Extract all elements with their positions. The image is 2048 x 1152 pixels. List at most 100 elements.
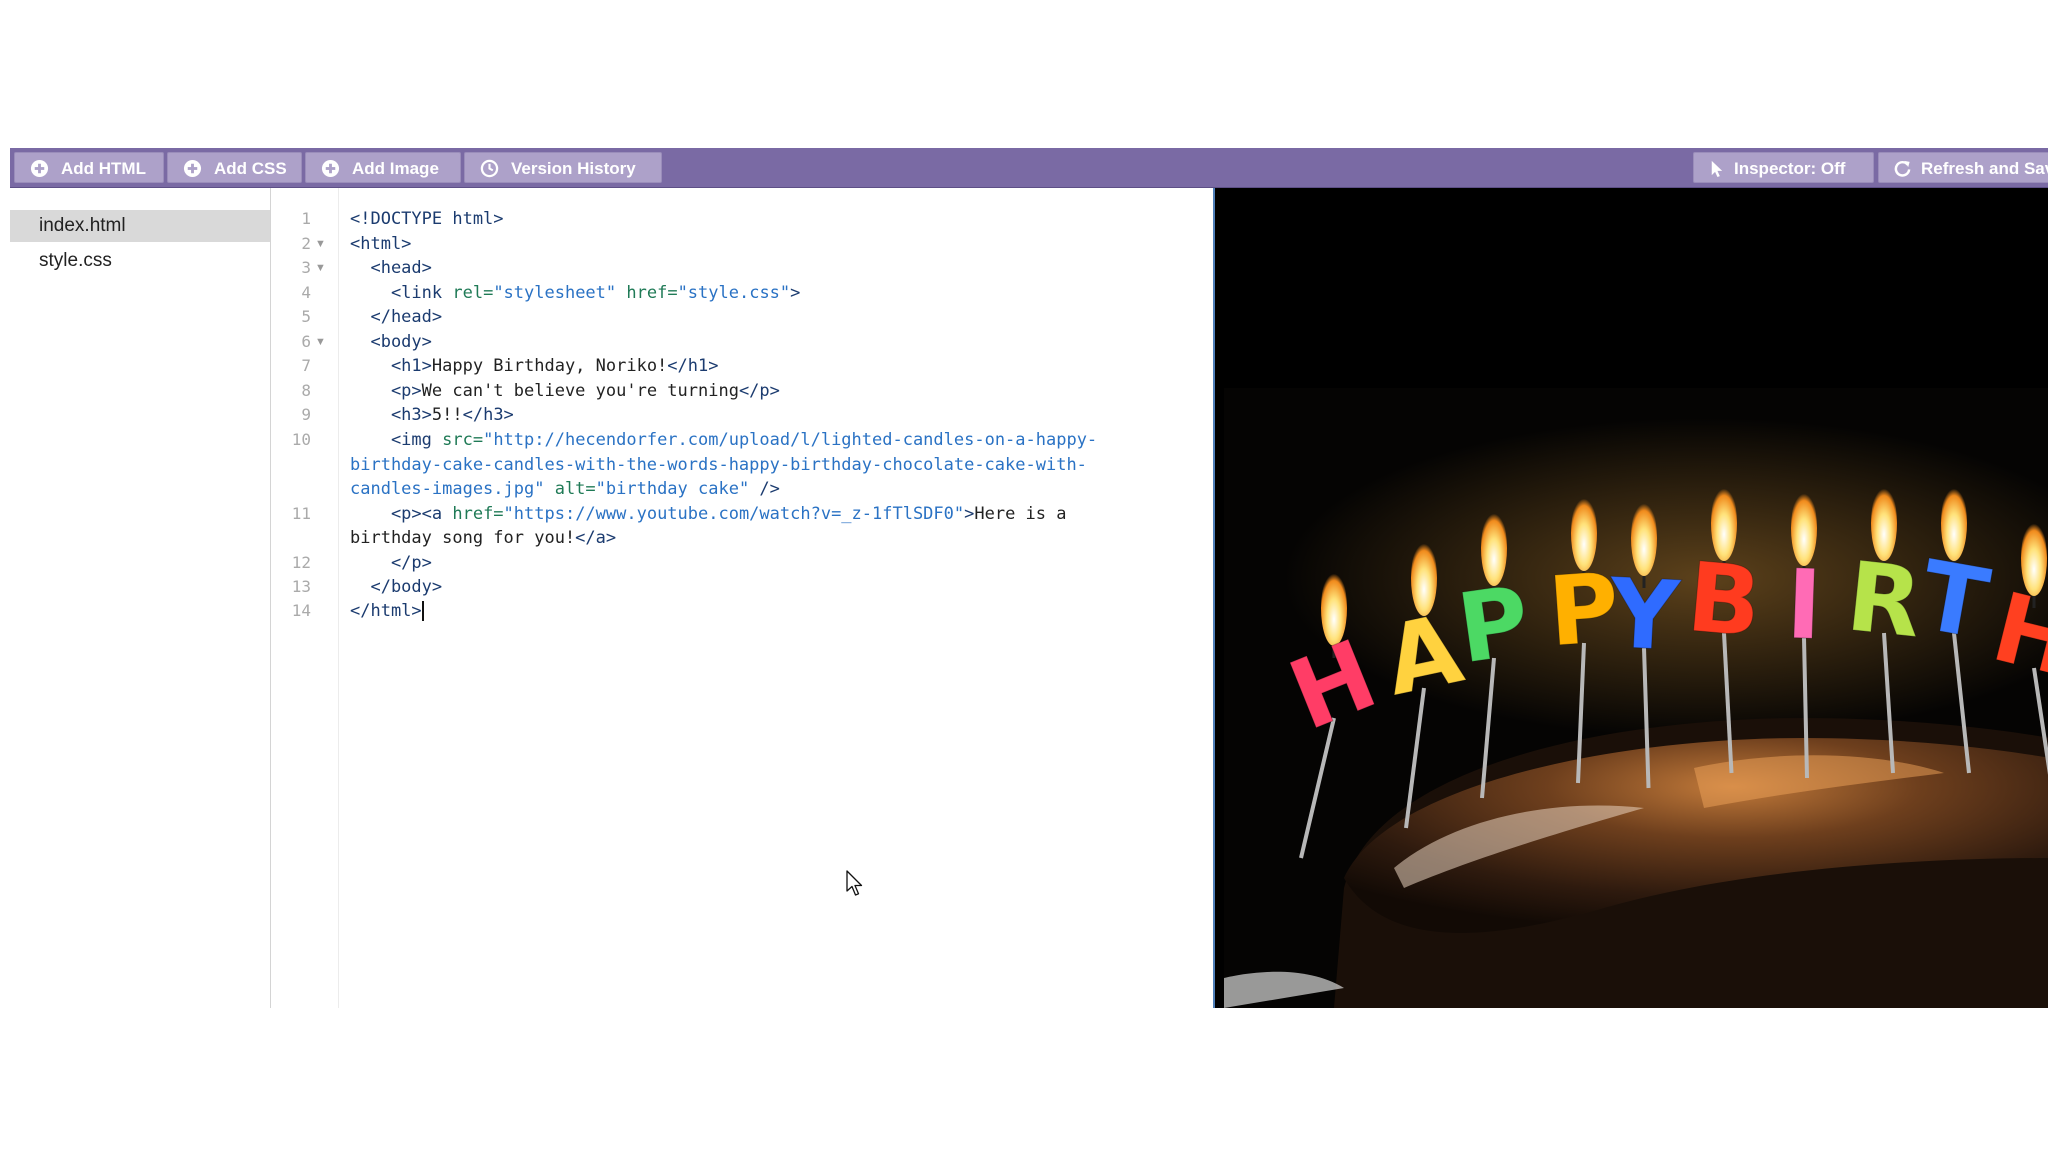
code-token: <head> [350,258,432,278]
code-token: <link [350,283,453,303]
code-token: </p> [350,553,432,573]
code-line[interactable]: </p> [350,551,432,575]
code-line[interactable]: </html> [350,599,424,623]
code-line[interactable]: <body> [350,330,431,354]
code-token: 5!! [431,405,463,425]
code-token: "birthday cake" [595,479,750,499]
line-number: 1 [301,209,311,228]
add-css-button[interactable]: Add CSS [167,152,302,183]
code-line[interactable]: <head> [350,256,432,280]
code-token: birthday song for you! [350,528,576,548]
code-token: Here is a [974,504,1067,524]
line-number: 7 [301,356,311,375]
code-line[interactable]: birthday-cake-candles-with-the-words-hap… [350,453,1087,477]
code-token: <p> [350,381,422,401]
code-editor-app: Add HTML Add CSS Add Image Version Histo… [10,148,2048,1008]
line-gutter: 1 2 ▼ 3 ▼ 4 5 6 ▼ 7 8 9 10 11 12 13 14 [271,188,339,1008]
fold-arrow-icon[interactable]: ▼ [315,232,326,256]
code-token: </a> [575,528,617,548]
code-token: </h3> [462,405,514,425]
code-line[interactable]: birthday song for you!</a> [350,526,616,550]
version-history-button[interactable]: Version History [464,152,662,183]
code-line[interactable]: candles-images.jpg" alt="birthday cake" … [350,477,780,501]
birthday-cake-image: HAPPYBIRTH [1224,388,2048,1008]
refresh-icon [1894,160,1911,177]
line-number: 13 [291,577,311,596]
code-token: href= [616,283,678,303]
file-item-style-css[interactable]: style.css [10,245,270,277]
plus-circle-icon [30,159,49,178]
line-number: 2 [301,234,311,253]
add-css-label: Add CSS [214,159,287,178]
code-token: <html> [350,234,412,254]
code-token: "https://www.youtube.com/watch?v=_z-1fTl… [503,504,965,524]
cursor-arrow-icon [1711,160,1723,178]
code-token: href= [452,504,504,524]
fold-arrow-icon[interactable]: ▼ [315,256,326,280]
add-html-button[interactable]: Add HTML [14,152,164,183]
candle-letter: B [1683,541,1766,659]
code-token: birthday-cake-candles-with-the-words-hap… [350,455,1087,475]
mouse-pointer-icon [846,870,863,896]
code-token: Happy Birthday, Noriko! [431,356,668,376]
text-cursor [421,601,424,621]
toolbar: Add HTML Add CSS Add Image Version Histo… [10,148,2048,188]
file-name: index.html [39,215,126,236]
code-token: </h1> [667,356,719,376]
code-token: <h3> [350,405,432,425]
code-token: <p><a [350,504,453,524]
code-token: "stylesheet" [493,283,617,303]
inspector-toggle-button[interactable]: Inspector: Off [1693,152,1874,183]
code-token: src= [442,430,484,450]
add-image-button[interactable]: Add Image [305,152,461,183]
fold-arrow-icon[interactable]: ▼ [315,330,326,354]
line-number: 5 [301,307,311,326]
line-number: 12 [291,553,311,572]
line-number: 9 [301,405,311,424]
code-token: > [964,504,975,524]
code-token: rel= [452,283,494,303]
code-line[interactable]: <p>We can't believe you're turning</p> [350,379,780,403]
code-token: </p> [738,381,780,401]
file-name: style.css [39,250,112,271]
line-number: 6 [301,332,311,351]
refresh-and-save-button[interactable]: Refresh and Sav [1878,152,2048,183]
code-line[interactable]: <h3>5!!</h3> [350,403,514,427]
refresh-label: Refresh and Sav [1921,159,2048,178]
code-line[interactable]: <p><a href="https://www.youtube.com/watc… [350,502,1067,526]
line-number: 8 [301,381,311,400]
cake-photo: HAP PY B I RTH [1224,388,2048,1008]
code-line[interactable]: <html> [350,232,411,256]
line-number: 3 [301,258,311,277]
code-token: </body> [350,577,443,597]
code-token: > [790,283,801,303]
clock-icon [480,159,499,178]
code-line[interactable]: <!DOCTYPE html> [350,207,504,231]
code-line[interactable]: </body> [350,575,442,599]
code-line[interactable]: <img src="http://hecendorfer.com/upload/… [350,428,1097,452]
code-token: alt= [544,479,596,499]
code-editor[interactable]: 1 2 ▼ 3 ▼ 4 5 6 ▼ 7 8 9 10 11 12 13 14 <… [271,188,1213,1008]
candle-letter: Y [1606,557,1684,673]
inspector-label: Inspector: Off [1734,159,1846,178]
line-number: 10 [291,430,311,449]
code-token: "http://hecendorfer.com/upload/l/lighted… [483,430,1098,450]
code-token: /> [749,479,780,499]
line-number: 14 [291,601,311,620]
line-number: 4 [301,283,311,302]
code-line[interactable]: </head> [350,305,442,329]
add-html-label: Add HTML [61,159,146,178]
code-line[interactable]: <h1>Happy Birthday, Noriko!</h1> [350,354,719,378]
file-item-index-html[interactable]: index.html [10,210,270,242]
code-token: </head> [350,307,443,327]
code-token: "style.css" [677,283,791,303]
code-token: <h1> [350,356,432,376]
line-number: 11 [291,504,311,523]
add-image-label: Add Image [352,159,439,178]
plus-circle-icon [183,159,202,178]
file-panel: index.html style.css [10,188,271,1008]
preview-pane: HAPPYBIRTH [1213,188,2048,1008]
code-token: candles-images.jpg" [350,479,545,499]
code-token: We can't believe you're turning [421,381,739,401]
code-line[interactable]: <link rel="stylesheet" href="style.css"> [350,281,800,305]
